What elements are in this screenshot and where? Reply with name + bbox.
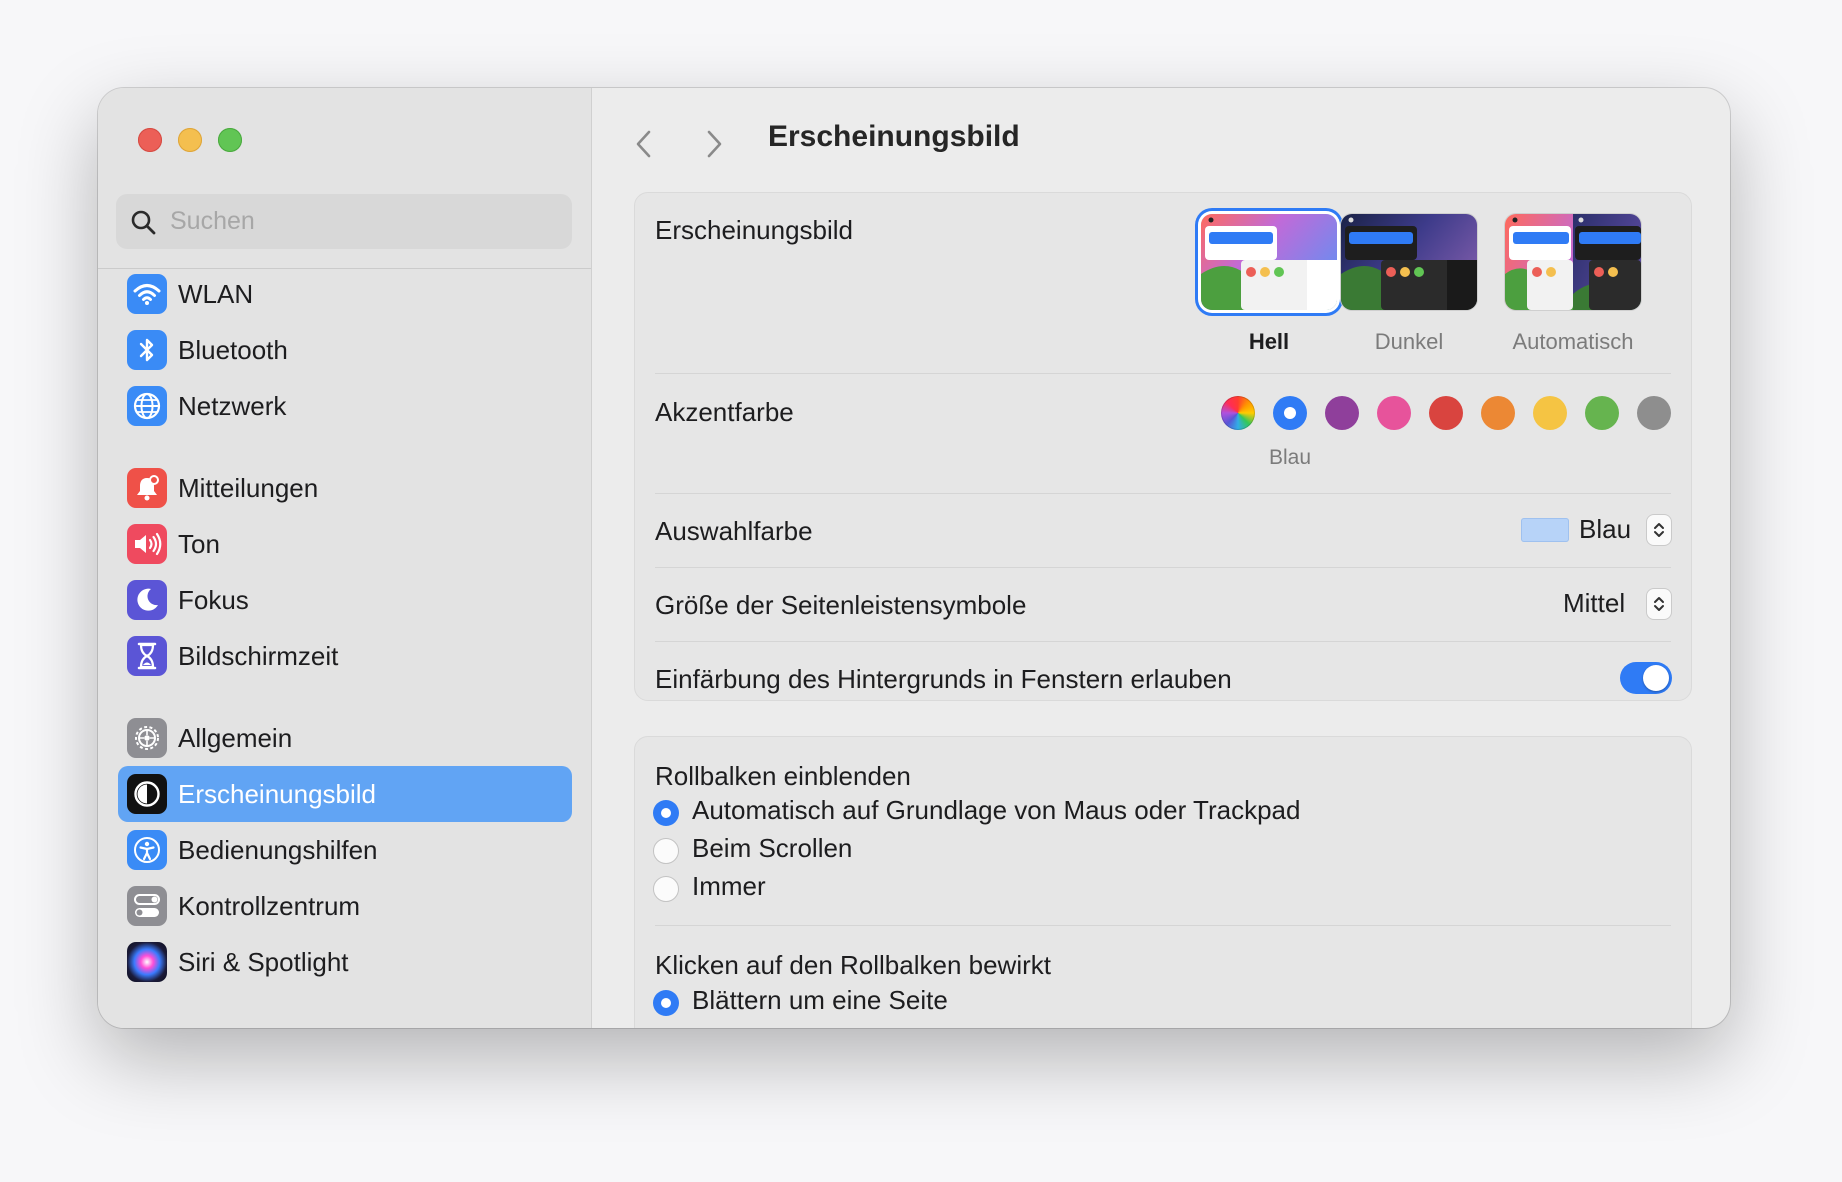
- back-button[interactable]: [628, 124, 658, 164]
- sidebar-item-label: WLAN: [178, 278, 254, 309]
- toggles-icon: [127, 886, 167, 926]
- sidebar-item-label: Siri & Spotlight: [178, 946, 349, 977]
- light-thumbnail: [1201, 214, 1337, 310]
- dark-thumbnail: [1341, 214, 1477, 310]
- highlight-swatch: [1521, 518, 1569, 542]
- moon-icon: [127, 580, 167, 620]
- sidebar-item-label: Bildschirmzeit: [178, 640, 339, 671]
- accent-swatch-orange[interactable]: [1481, 396, 1515, 430]
- sidebar-item-label: Kontrollzentrum: [178, 890, 361, 921]
- toggle-knob: [1643, 665, 1669, 691]
- wifi-icon: [127, 274, 167, 314]
- row-divider: [655, 567, 1671, 568]
- chevron-right-icon: [707, 130, 722, 158]
- zoom-button[interactable]: [218, 128, 242, 152]
- globe-icon: [127, 386, 167, 426]
- forward-button[interactable]: [700, 124, 730, 164]
- appearance-label: Erscheinungsbild: [655, 215, 854, 245]
- search-field[interactable]: Suchen: [116, 194, 572, 249]
- radio-unselected: [653, 838, 679, 864]
- content-pane: Erscheinungsbild Erscheinungsbild Hell D…: [592, 88, 1730, 1028]
- sidebar: Suchen WLAN Bluetooth Netzwerk Mitteilun…: [98, 88, 592, 1028]
- row-divider: [655, 373, 1671, 374]
- sidebar-item-mitteilungen[interactable]: Mitteilungen: [118, 460, 572, 516]
- radio-label: Automatisch auf Grundlage von Maus oder …: [692, 795, 1301, 825]
- bell-icon: [127, 468, 167, 508]
- accent-selected-name: Blau: [1268, 446, 1312, 469]
- sidebar-item-label: Fokus: [178, 584, 249, 615]
- appearance-icon: [127, 774, 167, 814]
- scrollbar-card: Rollbalken einblenden Automatisch auf Gr…: [634, 736, 1692, 1028]
- accent-swatch-purple[interactable]: [1325, 396, 1359, 430]
- accent-swatch-red[interactable]: [1429, 396, 1463, 430]
- accent-swatch-multicolor[interactable]: [1221, 396, 1255, 430]
- radio-selected: [653, 990, 679, 1016]
- appearance-card: Erscheinungsbild Hell Dunkel Automatisch…: [634, 192, 1692, 701]
- sidebar-item-label: Mitteilungen: [178, 472, 319, 503]
- auto-thumbnail: [1505, 214, 1641, 310]
- radio-selected: [653, 800, 679, 826]
- accent-swatch-blue[interactable]: [1273, 396, 1307, 430]
- speaker-icon: [127, 524, 167, 564]
- accent-swatch-graphite[interactable]: [1637, 396, 1671, 430]
- window-controls: [138, 128, 242, 152]
- gear-icon: [127, 718, 167, 758]
- radio-label: Beim Scrollen: [692, 833, 853, 863]
- bluetooth-icon: [127, 330, 167, 370]
- sidebar-icon-size-popup[interactable]: Mittel: [1561, 587, 1673, 621]
- popup-stepper: [1647, 515, 1671, 545]
- accessibility-icon: [127, 830, 167, 870]
- accent-swatch-green[interactable]: [1585, 396, 1619, 430]
- sidebar-item-siri-spotlight[interactable]: Siri & Spotlight: [118, 934, 572, 990]
- sidebar-icon-size-label: Größe der Seitenleistensymbole: [655, 590, 1027, 620]
- settings-window: Suchen WLAN Bluetooth Netzwerk Mitteilun…: [98, 88, 1730, 1028]
- highlight-color-popup[interactable]: Blau: [1521, 513, 1673, 547]
- sidebar-item-label: Netzwerk: [178, 390, 287, 421]
- scrollbars-label: Rollbalken einblenden: [655, 761, 911, 791]
- row-divider: [655, 493, 1671, 494]
- chevron-up-down-icon: [1654, 523, 1664, 537]
- chevron-left-icon: [636, 130, 651, 158]
- page-title: Erscheinungsbild: [768, 120, 1020, 153]
- wallpaper-tinting-toggle[interactable]: [1620, 662, 1672, 694]
- search-icon: [131, 210, 156, 234]
- row-divider: [655, 925, 1671, 926]
- radio-label: Blättern um eine Seite: [692, 985, 948, 1015]
- close-button[interactable]: [138, 128, 162, 152]
- search-input[interactable]: Suchen: [170, 207, 255, 236]
- sidebar-item-bildschirmzeit[interactable]: Bildschirmzeit: [118, 628, 572, 684]
- accent-color-label: Akzentfarbe: [655, 397, 794, 427]
- sidebar-item-ton[interactable]: Ton: [118, 516, 572, 572]
- sidebar-item-fokus[interactable]: Fokus: [118, 572, 572, 628]
- radio-label: Immer: [692, 871, 766, 901]
- accent-swatch-pink[interactable]: [1377, 396, 1411, 430]
- appearance-option-label: Dunkel: [1374, 329, 1444, 354]
- sidebar-item-bedienungshilfen[interactable]: Bedienungshilfen: [118, 822, 572, 878]
- popup-stepper: [1647, 589, 1671, 619]
- sidebar-item-label: Ton: [178, 528, 220, 559]
- accent-swatch-yellow[interactable]: [1533, 396, 1567, 430]
- appearance-option-label: Automatisch: [1512, 329, 1634, 354]
- chevron-up-down-icon: [1654, 597, 1664, 611]
- sidebar-item-wlan[interactable]: WLAN: [118, 266, 572, 322]
- click-scrollbar-label: Klicken auf den Rollbalken bewirkt: [655, 950, 1051, 980]
- siri-icon: [127, 942, 167, 982]
- row-divider: [655, 641, 1671, 642]
- sidebar-item-label: Erscheinungsbild: [178, 778, 377, 809]
- wallpaper-tinting-label: Einfärbung des Hintergrunds in Fenstern …: [655, 664, 1232, 694]
- sidebar-item-label: Bedienungshilfen: [178, 834, 378, 865]
- sidebar-item-label: Bluetooth: [178, 334, 288, 365]
- highlight-color-label: Auswahlfarbe: [655, 516, 813, 546]
- radio-unselected: [653, 876, 679, 902]
- minimize-button[interactable]: [178, 128, 202, 152]
- highlight-color-value: Blau: [1579, 514, 1632, 544]
- sidebar-item-kontrollzentrum[interactable]: Kontrollzentrum: [118, 878, 572, 934]
- sidebar-item-label: Allgemein: [178, 722, 293, 753]
- sidebar-item-netzwerk[interactable]: Netzwerk: [118, 378, 572, 434]
- sidebar-item-erscheinungsbild[interactable]: Erscheinungsbild: [118, 766, 572, 822]
- hourglass-icon: [127, 636, 167, 676]
- sidebar-item-allgemein[interactable]: Allgemein: [118, 710, 572, 766]
- sidebar-icon-size-value: Mittel: [1563, 588, 1626, 618]
- sidebar-item-bluetooth[interactable]: Bluetooth: [118, 322, 572, 378]
